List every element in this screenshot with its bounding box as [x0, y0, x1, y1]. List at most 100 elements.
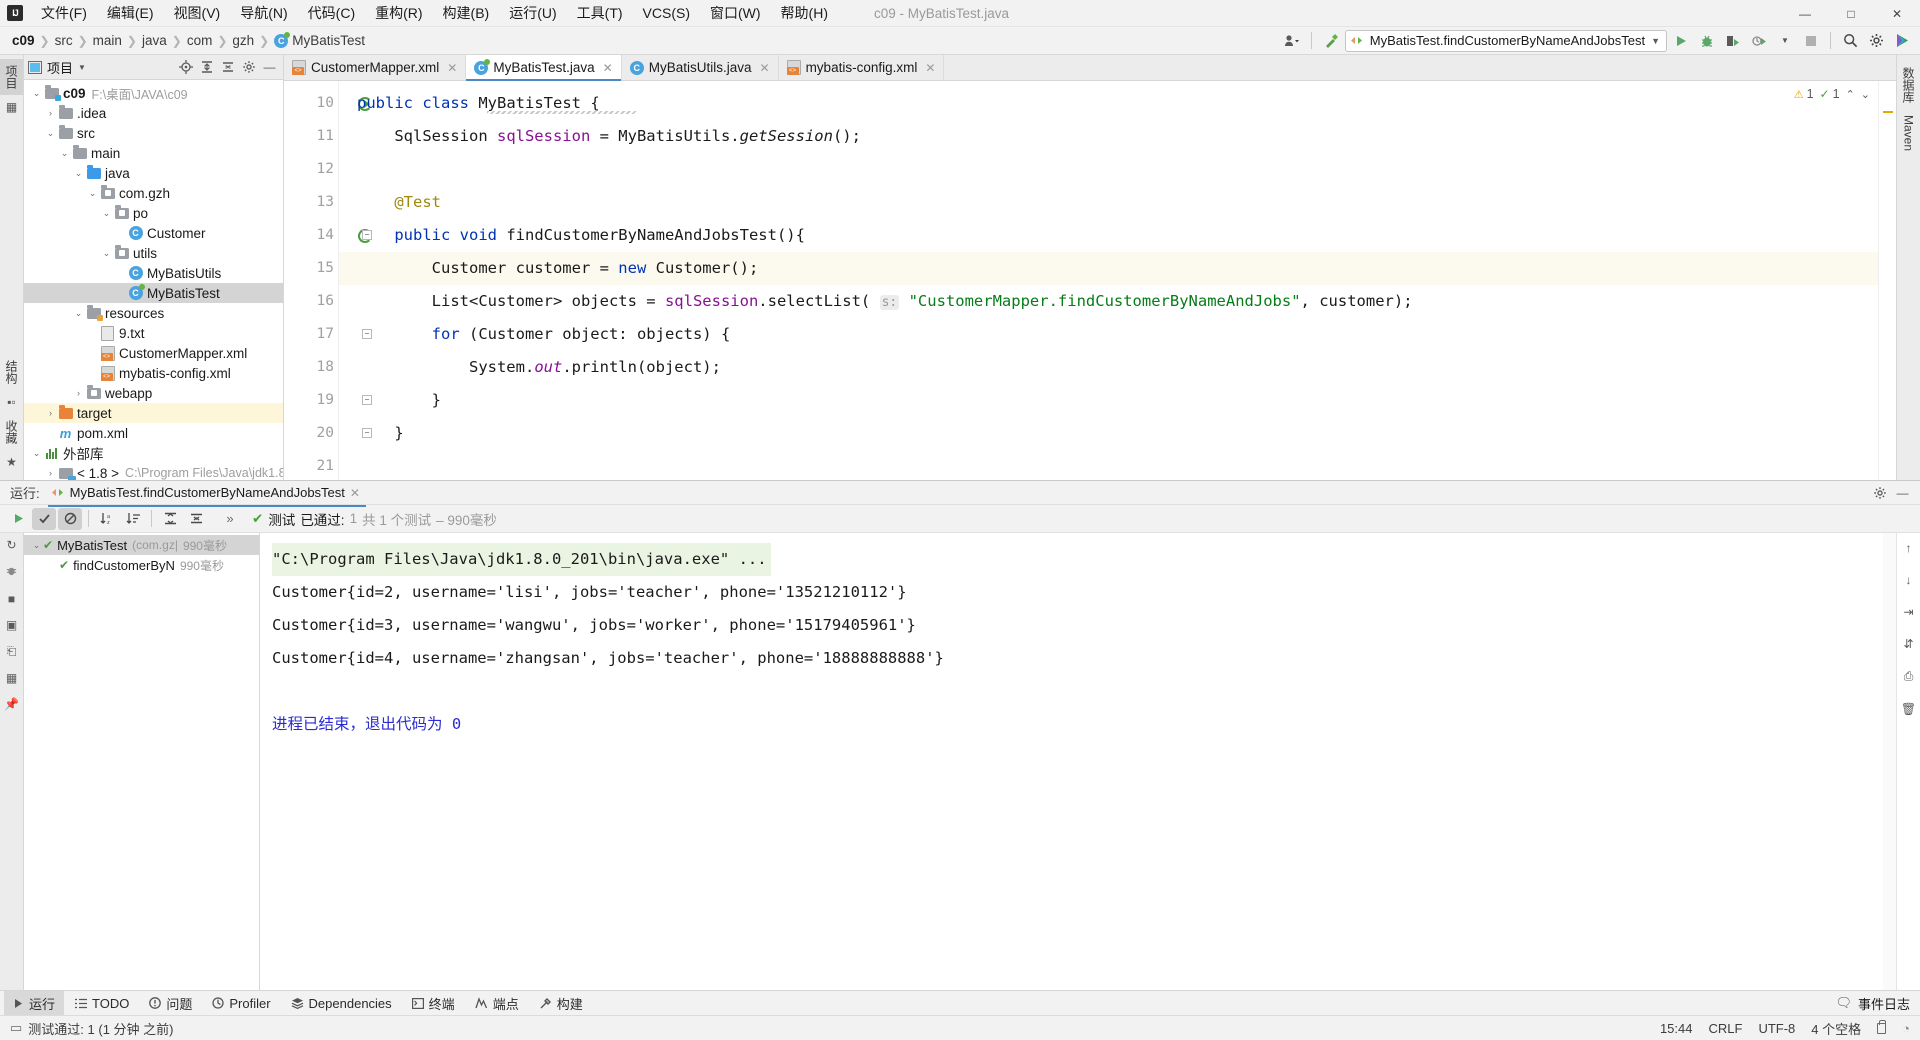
maximize-button[interactable]: □: [1828, 0, 1874, 27]
run-configuration-selector[interactable]: MyBatisTest.findCustomerByNameAndJobsTes…: [1344, 29, 1667, 52]
inspection-scrollbar[interactable]: [1878, 81, 1896, 480]
code-content[interactable]: public class MyBatisTest { SqlSession sq…: [338, 81, 1878, 480]
tree-node---1-8--[interactable]: › < 1.8 > C:\Program Files\Java\jdk1.8.: [24, 463, 283, 480]
menu-item-7[interactable]: 运行(U): [499, 0, 566, 27]
code-line-13[interactable]: @Test: [357, 186, 1878, 219]
prev-highlight-icon[interactable]: ⌃: [1846, 88, 1855, 101]
chevron-right-icon[interactable]: ›: [44, 108, 57, 118]
code-line-12[interactable]: [357, 153, 1878, 186]
star-icon[interactable]: ★: [6, 455, 17, 469]
hide-ignored-tests-icon[interactable]: [58, 507, 82, 530]
breadcrumb-item-c09[interactable]: c09: [8, 32, 39, 49]
chevron-right-icon[interactable]: ›: [72, 388, 85, 398]
lock-icon[interactable]: [1877, 1019, 1887, 1034]
run-icon[interactable]: [1669, 30, 1693, 52]
tree-node--idea[interactable]: › .idea: [24, 103, 283, 123]
tree-node-customer[interactable]: C Customer: [24, 223, 283, 243]
sort-by-duration-icon[interactable]: [121, 508, 145, 530]
gutter-line-19[interactable]: 19−: [284, 384, 372, 417]
chevron-down-icon[interactable]: ⌄: [72, 308, 85, 319]
scroll-from-source-icon[interactable]: [176, 58, 195, 77]
close-tab-icon[interactable]: ✕: [350, 486, 360, 500]
tree-node-mybatis-config-xml[interactable]: mybatis-config.xml: [24, 363, 283, 383]
build-hammer-icon[interactable]: [1319, 30, 1343, 52]
more-actions-icon[interactable]: »: [218, 508, 242, 530]
breadcrumb-item-java[interactable]: java: [138, 32, 171, 49]
soft-wrap-icon[interactable]: ⇥: [1903, 605, 1913, 619]
export-icon[interactable]: ⎗: [7, 644, 17, 659]
sidebar-item-project[interactable]: 项目: [0, 59, 23, 95]
power-save-icon[interactable]: ◔: [1902, 1021, 1910, 1036]
modules-icon[interactable]: ▪▫: [7, 395, 16, 409]
rerun-icon[interactable]: [6, 508, 30, 530]
editor-tab-mybatistest-java[interactable]: C MyBatisTest.java ✕: [466, 55, 622, 81]
menu-item-8[interactable]: 工具(T): [567, 0, 633, 27]
tree-node-resources[interactable]: ⌄ resources: [24, 303, 283, 323]
tree-node-java[interactable]: ⌄ java: [24, 163, 283, 183]
ok-count[interactable]: ✓ 1: [1820, 87, 1840, 101]
gutter-line-17[interactable]: 17−: [284, 318, 372, 351]
editor-tab-mybatisutils-java[interactable]: C MyBatisUtils.java ✕: [622, 55, 779, 80]
collapse-all-icon[interactable]: [184, 508, 208, 530]
profiler-run-icon[interactable]: [1747, 30, 1771, 52]
code-line-21[interactable]: [357, 450, 1878, 480]
menu-item-3[interactable]: 导航(N): [230, 0, 297, 27]
chevron-down-icon[interactable]: ⌄: [30, 88, 43, 99]
scroll-to-end-icon[interactable]: ⇵: [1903, 637, 1913, 651]
editor-tab-customermapper-xml[interactable]: CustomerMapper.xml ✕: [284, 55, 467, 80]
editor-gutter[interactable]: 10 11 12 13 14− 15 16 17− 18 19−20− 21: [284, 81, 372, 480]
code-line-11[interactable]: SqlSession sqlSession = MyBatisUtils.get…: [357, 120, 1878, 153]
show-passed-tests-icon[interactable]: [32, 507, 56, 530]
print-icon[interactable]: ⎙: [1904, 669, 1914, 684]
search-everywhere-icon[interactable]: [1838, 30, 1862, 52]
menu-item-5[interactable]: 重构(R): [365, 0, 432, 27]
bottom-tab---[interactable]: 运行: [4, 990, 65, 1016]
line-separator-indicator[interactable]: CRLF: [1709, 1021, 1743, 1036]
editor-tab-mybatis-config-xml[interactable]: mybatis-config.xml ✕: [779, 55, 945, 80]
menu-item-1[interactable]: 编辑(E): [97, 0, 164, 27]
event-log-label[interactable]: 事件日志: [1858, 994, 1910, 1013]
warning-marker[interactable]: [1883, 111, 1893, 113]
gutter-line-20[interactable]: 20−: [284, 417, 372, 450]
gutter-line-11[interactable]: 11: [284, 120, 338, 153]
warning-count[interactable]: ⚠ 1: [1794, 87, 1814, 101]
clear-all-icon[interactable]: 🗑: [1901, 702, 1916, 716]
run-dropdown-icon[interactable]: ▼: [1773, 30, 1797, 52]
tree-node-target[interactable]: › target: [24, 403, 283, 423]
bottom-tab---[interactable]: 构建: [530, 991, 592, 1016]
chevron-down-icon[interactable]: ⌄: [30, 448, 43, 459]
bottom-tab-dependencies[interactable]: Dependencies: [282, 993, 401, 1014]
indent-indicator[interactable]: 4 个空格: [1811, 1019, 1861, 1038]
menu-item-11[interactable]: 帮助(H): [771, 0, 838, 27]
sidebar-item-structure[interactable]: 结构: [0, 354, 23, 390]
scroll-up-icon[interactable]: ↑: [1906, 541, 1912, 555]
sort-alphabetically-icon[interactable]: az: [95, 508, 119, 530]
breadcrumb-item-com[interactable]: com: [183, 32, 217, 49]
test-tree-node-0[interactable]: ⌄ ✔ MyBatisTest (com.gz| 990毫秒: [24, 535, 259, 555]
bottom-tab---[interactable]: 问题: [140, 991, 201, 1016]
tree-node-main[interactable]: ⌄ main: [24, 143, 283, 163]
menu-item-0[interactable]: 文件(F): [31, 0, 97, 27]
bottom-tab-profiler[interactable]: Profiler: [203, 993, 279, 1014]
gutter-line-15[interactable]: 15: [284, 252, 338, 285]
gutter-line-13[interactable]: 13: [284, 186, 338, 219]
tree-node-utils[interactable]: ⌄ utils: [24, 243, 283, 263]
chevron-right-icon[interactable]: ›: [44, 408, 57, 418]
close-button[interactable]: ✕: [1874, 0, 1920, 27]
next-highlight-icon[interactable]: ⌄: [1861, 88, 1870, 101]
project-dropdown-icon[interactable]: ▼: [78, 63, 86, 72]
code-line-10[interactable]: public class MyBatisTest {: [357, 87, 1878, 120]
stop-icon[interactable]: [1799, 30, 1823, 52]
sidebar-item-maven[interactable]: Maven: [1899, 109, 1919, 157]
updates-icon[interactable]: [1890, 30, 1914, 52]
tree-node----[interactable]: ⌄ 外部库: [24, 443, 283, 463]
code-line-19[interactable]: }: [357, 384, 1878, 417]
chevron-down-icon[interactable]: ⌄: [30, 540, 43, 551]
tree-node-webapp[interactable]: › webapp: [24, 383, 283, 403]
breadcrumb-item-src[interactable]: src: [51, 32, 77, 49]
close-tab-icon[interactable]: ✕: [760, 61, 770, 75]
run-panel-tab[interactable]: MyBatisTest.findCustomerByNameAndJobsTes…: [47, 482, 367, 507]
code-line-20[interactable]: }: [357, 417, 1878, 450]
gutter-line-21[interactable]: 21: [284, 450, 338, 480]
rerun-failed-icon[interactable]: ↻: [6, 538, 16, 552]
